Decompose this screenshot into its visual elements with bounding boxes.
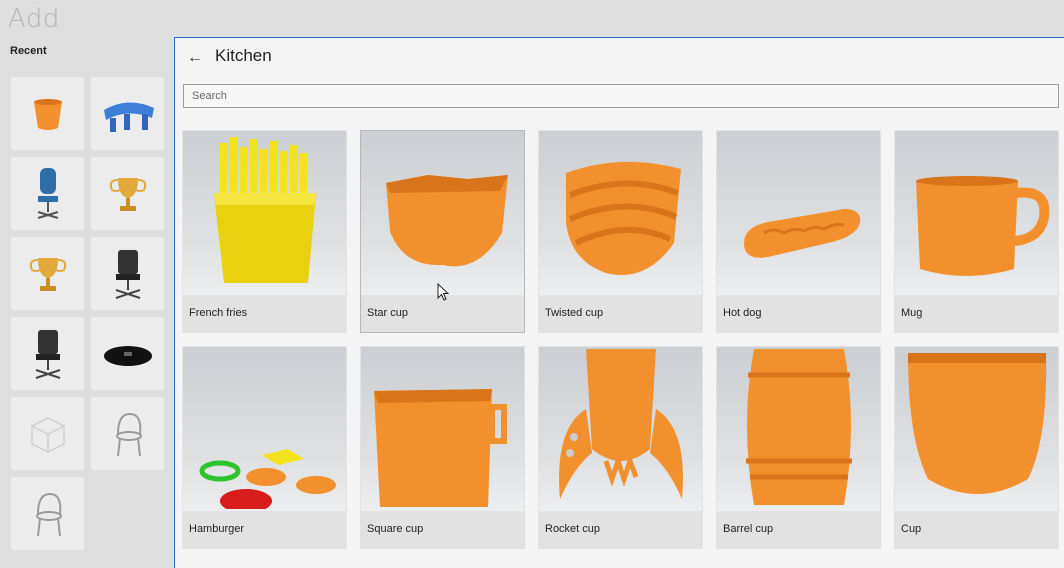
model-label: Square cup: [367, 523, 424, 535]
model-card-square-cup[interactable]: Square cup: [360, 346, 525, 549]
back-button[interactable]: ←: [183, 46, 207, 70]
cup-icon: [907, 353, 1046, 494]
back-arrow-icon: ←: [187, 49, 203, 66]
recent-label: Recent: [10, 45, 47, 57]
blue-bench-icon: [103, 101, 154, 132]
model-label: Rocket cup: [545, 523, 601, 535]
model-thumbnail: [895, 347, 1058, 511]
black-disc-icon: [103, 345, 152, 366]
recent-item[interactable]: [91, 157, 164, 230]
model-card-star-cup[interactable]: Star cup: [360, 130, 525, 333]
model-thumbnail: [183, 131, 346, 295]
model-thumbnail: [183, 347, 346, 511]
recent-item[interactable]: [91, 317, 164, 390]
model-label: Hot dog: [723, 307, 762, 319]
model-thumbnail: [539, 131, 702, 295]
wire-chair-icon: [35, 492, 62, 536]
model-label: Cup: [901, 523, 922, 535]
french-fries-icon: [213, 137, 316, 283]
recent-item[interactable]: [11, 397, 84, 470]
model-label: Mug: [901, 307, 923, 319]
mug-icon: [915, 176, 1049, 276]
trophy-icon: [29, 257, 66, 291]
app-title: Add: [8, 4, 60, 34]
model-thumbnail: [717, 131, 880, 295]
recent-item[interactable]: [11, 237, 84, 310]
office-chair-icon: [35, 329, 60, 379]
search-input[interactable]: [183, 84, 1059, 108]
wire-chair-icon: [115, 412, 142, 456]
cube-placeholder-icon: [30, 416, 65, 453]
model-card-twisted-cup[interactable]: Twisted cup: [538, 130, 703, 333]
recent-grid: [11, 77, 164, 550]
recent-item[interactable]: [11, 477, 84, 550]
model-thumbnail: [895, 131, 1058, 295]
trophy-icon: [109, 177, 146, 211]
model-thumbnail: [539, 347, 702, 511]
recent-item[interactable]: [11, 77, 84, 150]
recent-item[interactable]: [91, 397, 164, 470]
star-cup-icon: [385, 175, 508, 267]
model-thumbnail: [717, 347, 880, 511]
hamburger-icon: [199, 449, 336, 509]
hot-dog-icon: [743, 209, 860, 258]
office-chair-icon: [115, 249, 140, 299]
panel-title: Kitchen: [215, 46, 272, 65]
model-card-barrel-cup[interactable]: Barrel cup: [716, 346, 881, 549]
blue-chair-icon: [37, 167, 58, 219]
rocket-cup-icon: [558, 349, 683, 499]
model-thumbnail: [361, 131, 524, 295]
model-grid: French fries Star cup Twisted cup Hot do…: [182, 130, 1064, 549]
model-card-hamburger[interactable]: Hamburger: [182, 346, 347, 549]
recent-item[interactable]: [91, 237, 164, 310]
model-label: French fries: [189, 307, 248, 319]
square-cup-icon: [373, 389, 507, 507]
model-label: Barrel cup: [723, 523, 774, 535]
twisted-cup-icon: [565, 161, 681, 275]
mouse-cursor-icon: [437, 283, 449, 301]
model-thumbnail: [361, 347, 524, 511]
barrel-cup-icon: [745, 349, 852, 505]
model-card-cup[interactable]: Cup: [894, 346, 1059, 549]
recent-item[interactable]: [91, 77, 164, 150]
model-card-rocket-cup[interactable]: Rocket cup: [538, 346, 703, 549]
model-label: Hamburger: [189, 523, 245, 535]
cup-icon: [33, 98, 62, 130]
recent-item[interactable]: [11, 317, 84, 390]
kitchen-panel: ← Kitchen French fries: [174, 37, 1064, 568]
model-card-hot-dog[interactable]: Hot dog: [716, 130, 881, 333]
model-card-french-fries[interactable]: French fries: [182, 130, 347, 333]
model-label: Twisted cup: [545, 307, 604, 319]
recent-item[interactable]: [11, 157, 84, 230]
model-card-mug[interactable]: Mug: [894, 130, 1059, 333]
